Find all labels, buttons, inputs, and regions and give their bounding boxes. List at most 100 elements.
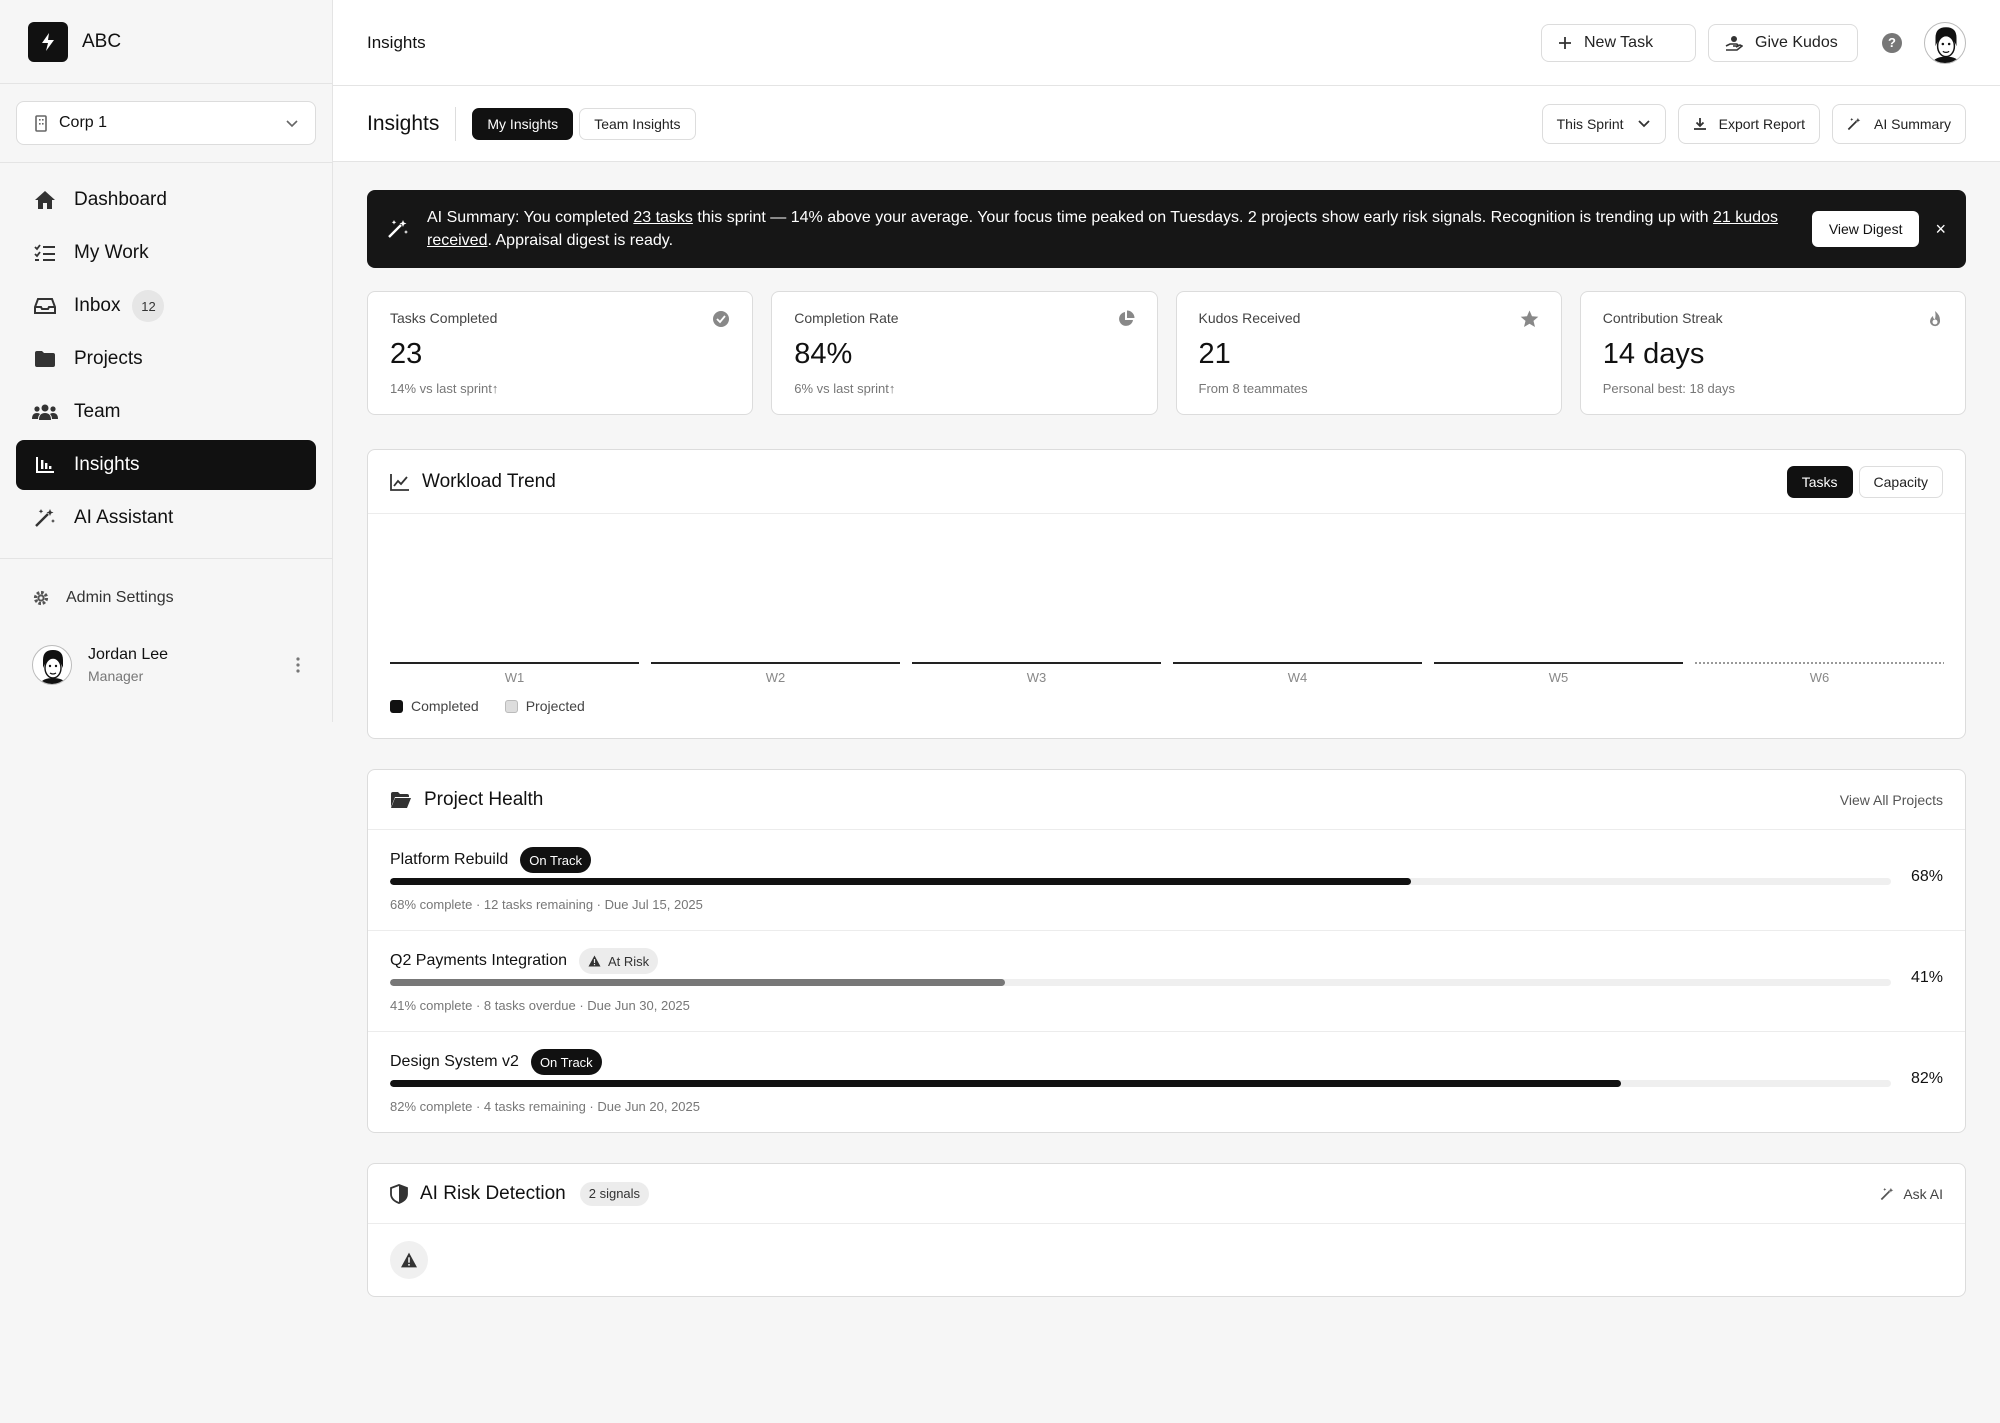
project-row[interactable]: Design System v2 On Track 82% complete ·… (368, 1032, 1965, 1132)
gear-icon (32, 589, 50, 607)
workload-chart: W1 W2 W3 W4 W5 W6 (368, 514, 1965, 686)
card-title: Workload Trend (422, 470, 556, 492)
tasks-link[interactable]: 23 tasks (633, 209, 693, 226)
legend-swatch-completed (390, 699, 403, 713)
card-title: AI Risk Detection (420, 1182, 566, 1204)
team-icon (32, 403, 58, 421)
status-badge: At Risk (578, 948, 659, 974)
download-icon (1693, 117, 1707, 131)
progress-track (390, 1080, 1891, 1087)
project-meta: 68% complete · 12 tasks remaining · Due … (390, 897, 703, 912)
stat-delta: 14% vs last sprint↑ (390, 381, 499, 396)
main-nav: Dashboard My Work Inbox 12 Projects Team… (0, 163, 332, 559)
line-chart-icon (390, 473, 410, 491)
sidebar: ABC Corp 1 Dashboard My Work Inbox 12 Pr… (0, 0, 333, 722)
stat-card-contribution-streak: Contribution Streak 14 days Personal bes… (1579, 291, 1966, 415)
progress-fill (390, 1080, 1621, 1087)
tick-label-w5: W5 (1549, 670, 1569, 685)
warning-icon (588, 955, 601, 967)
topbar: Insights New Task Give Kudos ? (333, 0, 2000, 86)
progress-percent: 82% (1910, 1070, 1943, 1087)
nav-item-inbox[interactable]: Inbox 12 (16, 281, 316, 331)
stat-card-tasks-completed: Tasks Completed 23 14% vs last sprint↑ (367, 291, 754, 415)
plus-icon (1558, 36, 1572, 50)
stat-value: 23 (390, 338, 423, 370)
tick-label-w1: W1 (505, 670, 525, 685)
stat-label: Completion Rate (794, 310, 899, 326)
stat-value: 14 days (1602, 338, 1705, 370)
legend-label-completed: Completed (411, 698, 479, 714)
project-meta: 41% complete · 8 tasks overdue · Due Jun… (390, 998, 690, 1013)
tick-label-w2: W2 (766, 670, 786, 685)
stat-label: Tasks Completed (390, 310, 498, 326)
admin-settings-link[interactable]: Admin Settings (0, 559, 332, 637)
summary-middle: this sprint — 14% above your average. Yo… (692, 209, 1714, 226)
project-meta: 82% complete · 4 tasks remaining · Due J… (390, 1099, 701, 1114)
project-name: Q2 Payments Integration (390, 952, 567, 969)
magic-wand-icon (1880, 1187, 1895, 1201)
nav-label: Projects (74, 348, 143, 369)
inbox-icon (32, 297, 58, 315)
give-kudos-button[interactable]: Give Kudos (1708, 23, 1858, 62)
nav-item-ai-assistant[interactable]: AI Assistant (16, 493, 316, 543)
view-all-projects-link[interactable]: View All Projects (1840, 792, 1943, 808)
user-profile[interactable]: Jordan Lee Manager (0, 637, 332, 693)
app-name: ABC (82, 30, 122, 52)
card-title: Project Health (424, 788, 544, 810)
shield-icon (390, 1183, 408, 1204)
checklist-icon (32, 244, 58, 262)
ask-ai-button[interactable]: Ask AI (1880, 1186, 1943, 1202)
progress-fill (390, 979, 1006, 986)
project-name: Design System v2 (390, 1053, 519, 1070)
folder-open-icon (390, 791, 412, 809)
nav-item-my-work[interactable]: My Work (16, 228, 316, 278)
section-title: Insights (367, 106, 457, 141)
lightning-logo-icon[interactable] (28, 21, 68, 62)
tab-team-insights[interactable]: Team Insights (579, 107, 696, 140)
stat-card-completion-rate: Completion Rate 84% 6% vs last sprint↑ (771, 291, 1158, 415)
nav-label: My Work (74, 242, 149, 263)
view-digest-button[interactable]: View Digest (1811, 211, 1920, 247)
nav-item-insights[interactable]: Insights (16, 440, 316, 490)
chevron-down-icon (285, 119, 299, 128)
progress-percent: 68% (1910, 868, 1943, 885)
toggle-capacity[interactable]: Capacity (1858, 465, 1943, 498)
legend-label-projected: Projected (525, 698, 585, 714)
stat-value: 84% (794, 338, 853, 370)
period-select[interactable]: This Sprint (1541, 103, 1666, 144)
stat-value: 21 (1198, 338, 1231, 370)
ai-summary-button[interactable]: AI Summary (1831, 103, 1966, 144)
project-row[interactable]: Q2 Payments Integration At Risk 41% comp… (368, 931, 1965, 1032)
summary-prefix: AI Summary: You completed (427, 209, 634, 226)
page-title: Insights (367, 32, 426, 52)
new-task-button[interactable]: New Task (1541, 23, 1696, 62)
nav-item-team[interactable]: Team (16, 387, 316, 437)
risk-signal-row (368, 1224, 1965, 1296)
project-health-card: Project Health View All Projects Platfor… (367, 769, 1966, 1133)
project-row[interactable]: Platform Rebuild On Track 68% complete ·… (368, 830, 1965, 931)
nav-label: Team (74, 401, 121, 422)
kebab-menu-icon[interactable] (296, 657, 300, 673)
nav-label: Insights (74, 454, 140, 475)
workload-trend-card: Workload Trend Tasks Capacity W1 W2 W3 W4 W5… (367, 449, 1966, 739)
status-badge: On Track (530, 1049, 602, 1075)
nav-item-projects[interactable]: Projects (16, 334, 316, 384)
topbar-avatar[interactable] (1924, 21, 1966, 64)
tab-my-insights[interactable]: My Insights (472, 107, 574, 140)
ai-summary-banner: AI Summary: You completed 23 tasks this … (367, 190, 1966, 268)
project-name: Platform Rebuild (390, 851, 509, 868)
summary-suffix: . Appraisal digest is ready. (487, 232, 674, 249)
nav-item-dashboard[interactable]: Dashboard (16, 175, 316, 225)
export-report-label: Export Report (1718, 115, 1805, 132)
org-select[interactable]: Corp 1 (16, 101, 316, 145)
check-circle-icon (712, 310, 730, 328)
star-icon (1520, 310, 1539, 328)
help-icon[interactable]: ? (1882, 32, 1902, 53)
export-report-button[interactable]: Export Report (1677, 103, 1820, 144)
close-icon[interactable]: × (1935, 219, 1946, 240)
org-name: Corp 1 (59, 114, 108, 131)
inbox-count-badge: 12 (132, 290, 165, 322)
nav-label: AI Assistant (74, 507, 174, 528)
stat-sub: From 8 teammates (1198, 381, 1308, 396)
toggle-tasks[interactable]: Tasks (1786, 465, 1853, 498)
